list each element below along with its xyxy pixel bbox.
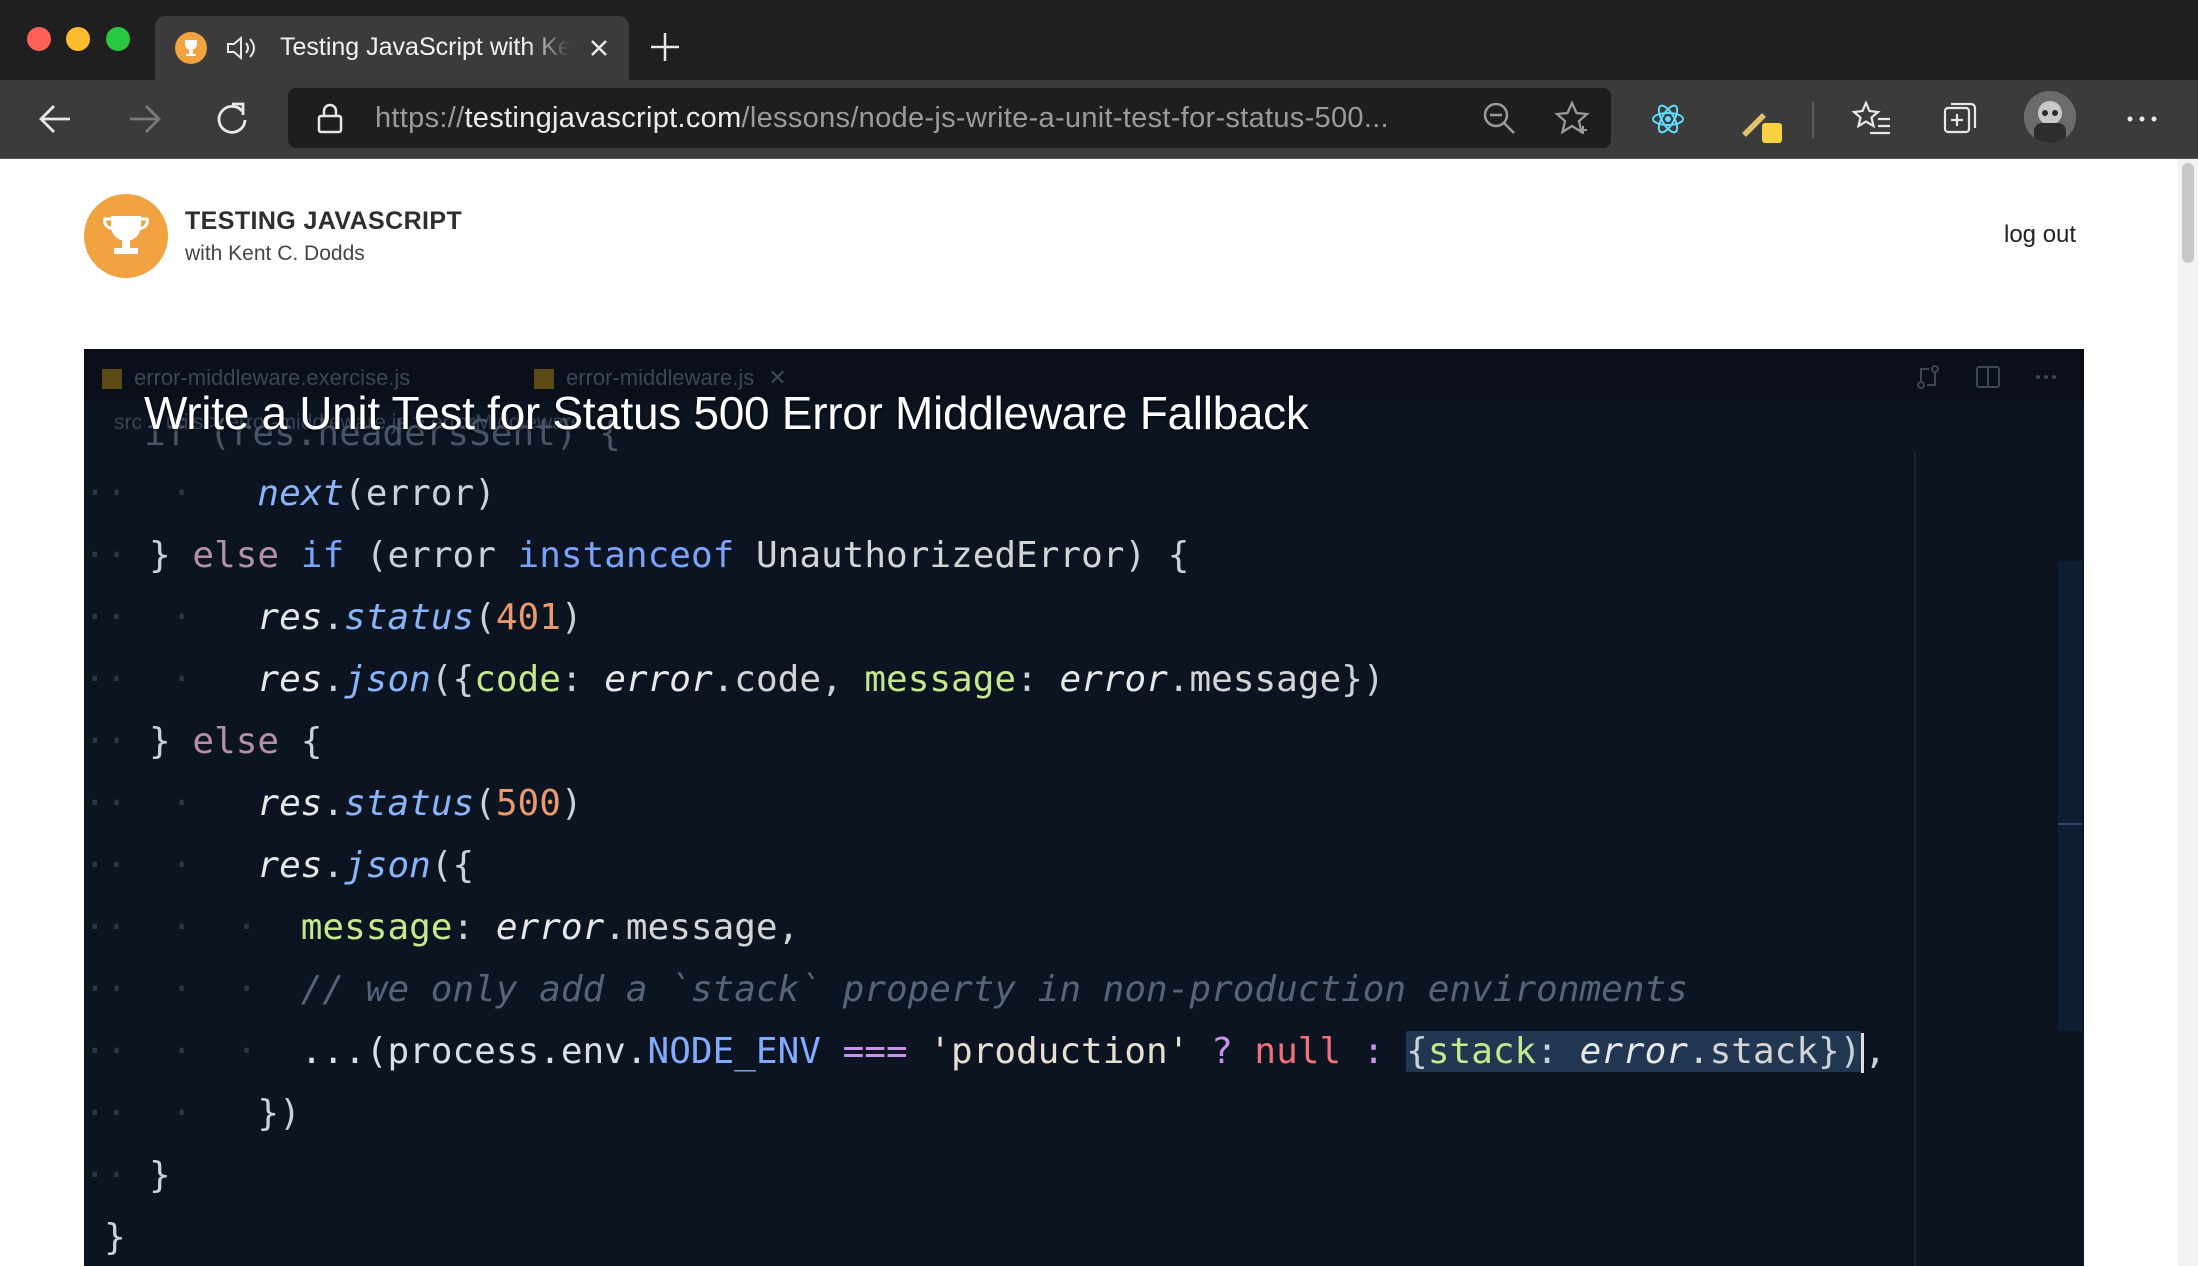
- favorites-list-icon[interactable]: [1850, 97, 1894, 141]
- code-line: ·· · res.json({code: error.code, message…: [84, 659, 1385, 700]
- code-line: ·· · res.json({: [84, 845, 475, 886]
- code-line: }: [104, 1217, 126, 1258]
- browser-tab-bar: Testing JavaScript with Kent C. Dodds: [0, 0, 2198, 80]
- git-compare-icon: [1914, 363, 1942, 396]
- lesson-video-player[interactable]: error-middleware.exercise.js error-middl…: [84, 349, 2084, 1266]
- code-line: ·· } else {: [84, 721, 323, 762]
- profile-avatar[interactable]: [2024, 91, 2076, 143]
- close-window-button[interactable]: [27, 27, 51, 51]
- react-devtools-icon[interactable]: [1646, 97, 1690, 141]
- close-tab-icon[interactable]: [587, 36, 611, 65]
- split-editor-icon: [1974, 363, 2002, 396]
- address-bar[interactable]: https://testingjavascript.com/lessons/no…: [288, 88, 1611, 148]
- forward-arrow-icon[interactable]: [122, 97, 166, 141]
- maximize-window-button[interactable]: [106, 27, 130, 51]
- add-favorite-star-icon[interactable]: [1554, 100, 1592, 141]
- code-line: ·· · res.status(401): [84, 597, 583, 638]
- toolbar-separator: [1812, 102, 1814, 138]
- brand-title[interactable]: TESTING JAVASCRIPT: [185, 207, 462, 236]
- selected-code: {stack: error.stack}): [1406, 1031, 1862, 1072]
- brand-subtitle: with Kent C. Dodds: [185, 242, 365, 265]
- back-arrow-icon[interactable]: [34, 97, 78, 141]
- editor-ruler: [1914, 451, 1916, 1266]
- code-line: ·· · · // we only add a `stack` property…: [84, 969, 1688, 1010]
- browser-toolbar: https://testingjavascript.com/lessons/no…: [0, 80, 2198, 159]
- code-line: ·· · · ...(process.env.NODE_ENV === 'pro…: [84, 1031, 1887, 1073]
- editor-scroll-marker: [2058, 823, 2082, 825]
- video-title-overlay: Write a Unit Test for Status 500 Error M…: [144, 387, 1309, 439]
- minimize-window-button[interactable]: [66, 27, 90, 51]
- lock-icon[interactable]: [316, 102, 344, 139]
- page-scroll-thumb[interactable]: [2182, 163, 2194, 263]
- url-path: /lessons/node-js-write-a-unit-test-for-s…: [741, 102, 1389, 134]
- code-line: ·· · · message: error.message,: [84, 907, 800, 948]
- web-page: TESTING JAVASCRIPT with Kent C. Dodds lo…: [0, 159, 2178, 1266]
- trophy-favicon-icon: [175, 32, 207, 64]
- logout-link[interactable]: log out: [2004, 221, 2076, 249]
- code-line: ·· · res.status(500): [84, 783, 583, 824]
- more-options-ellipsis-icon[interactable]: [2120, 97, 2164, 141]
- speaker-audio-icon[interactable]: [225, 33, 259, 68]
- zoom-out-icon[interactable]: [1481, 100, 1517, 141]
- tab-title: Testing JavaScript with Kent C. Dodds: [280, 33, 570, 61]
- code-line: ·· } else if (error instanceof Unauthori…: [84, 535, 1190, 576]
- url-text[interactable]: https://testingjavascript.com/lessons/no…: [375, 102, 1389, 135]
- collections-icon[interactable]: [1938, 97, 1982, 141]
- browser-tab-active[interactable]: Testing JavaScript with Kent C. Dodds: [155, 16, 629, 80]
- code-editor: if (res.headersSent) { ·· · next(error) …: [84, 349, 1914, 1266]
- pencil-extension-icon[interactable]: [1736, 97, 1782, 143]
- new-tab-plus-icon[interactable]: [648, 30, 682, 69]
- refresh-icon[interactable]: [210, 97, 254, 141]
- code-line: ·· }: [84, 1155, 171, 1196]
- code-line: ·· · next(error): [84, 473, 496, 514]
- trophy-logo-icon[interactable]: [84, 194, 168, 278]
- url-host: testingjavascript.com: [464, 102, 742, 134]
- editor-scrollbar: [2058, 561, 2082, 1031]
- page-scrollbar[interactable]: [2178, 159, 2198, 1266]
- url-scheme: https://: [375, 102, 465, 134]
- code-line: ·· · }): [84, 1093, 301, 1134]
- editor-more-icon: [2032, 363, 2060, 396]
